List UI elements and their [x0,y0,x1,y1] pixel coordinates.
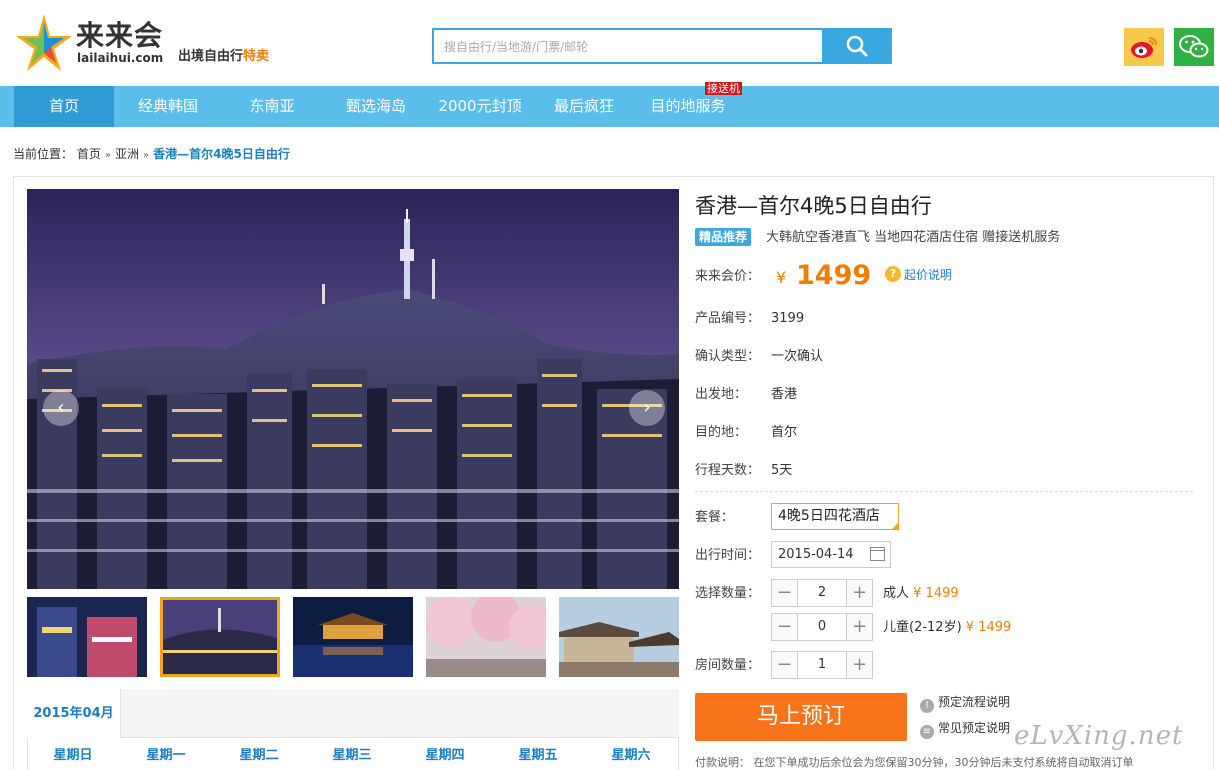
calendar-month-tab[interactable]: 2015年04月 [27,689,121,738]
process-link[interactable]: ! 预定流程说明 [920,694,1010,713]
watermark: eLvXing.net [1014,721,1184,751]
divider [695,491,1193,492]
wechat-icon [1179,35,1209,58]
confirm-value: 一次确认 [771,349,824,364]
search-icon [846,35,868,57]
weibo-button[interactable] [1124,28,1164,66]
package-label: 套餐： [695,510,735,525]
breadcrumb-separator: » [104,150,111,161]
weekday-wed: 星期三 [332,748,372,763]
price-value: 1499 [796,260,872,291]
child-label: 儿童(2-12岁) [883,620,962,635]
wechat-button[interactable] [1174,28,1214,66]
payment-note: 付款说明： 在您下单成功后余位会为您保留30分钟，30分钟后未支付系统将自动取消… [695,756,1134,769]
room-label: 房间数量： [695,658,761,673]
destination-value: 首尔 [771,425,798,440]
gallery-prev-button[interactable]: ‹ [43,390,79,426]
thumbnail-hanok-village[interactable] [559,597,679,677]
selected-corner-icon [891,522,899,530]
breadcrumb-separator: » [143,150,150,161]
price-currency: ¥ [776,268,787,287]
calendar-header [121,689,679,738]
weekday-fri: 星期五 [518,748,558,763]
site-header: 来来会 lailaihui.com 出境自由行特卖 搜自由行/当地游/门票/邮轮 [0,0,1219,86]
days-label: 行程天数： [695,463,761,478]
nav-item-korea[interactable]: 经典韩国 [118,86,218,127]
breadcrumb-current: 香港—首尔4晚5日自由行 [153,147,290,161]
package-option-selected[interactable]: 4晚5日四花酒店 [771,503,899,530]
adult-price: ¥ 1499 [913,586,959,601]
main-nav: 首页 经典韩国 东南亚 甄选海岛 2000元封顶 最后疯狂 目的地服务 [0,86,1219,127]
depart-value: 香港 [771,387,798,402]
weekday-sun: 星期日 [53,748,93,763]
breadcrumb-prefix: 当前位置： [13,147,74,161]
child-quantity-input[interactable]: 0 [799,614,845,640]
question-icon[interactable]: ? [885,266,901,282]
calendar-icon[interactable] [870,547,885,561]
document-icon: ≡ [920,725,934,739]
faq-link[interactable]: ≡ 常见预定说明 [920,720,1010,739]
price-help-link[interactable]: 起价说明 [904,267,952,283]
weibo-icon [1131,37,1157,58]
search-input[interactable]: 搜自由行/当地游/门票/邮轮 [432,28,822,64]
product-title: 香港—首尔4晚5日自由行 [695,194,932,218]
nav-badge-transfer: 接送机 [705,82,742,95]
product-subtitle: 大韩航空香港直飞 当地四花酒店住宿 赠接送机服务 [766,230,1061,245]
breadcrumb: 当前位置： 首页» 亚洲» 香港—首尔4晚5日自由行 [13,146,290,164]
room-quantity-stepper: − 1 + [771,651,873,679]
price-label: 来来会价： [695,269,761,284]
nav-item-southeast-asia[interactable]: 东南亚 [222,86,322,127]
code-value: 3199 [771,311,805,326]
info-icon: ! [920,699,934,713]
thumbnail-cherry-blossom[interactable] [426,597,546,677]
hero-image-seoul-night [27,189,679,589]
faq-link-label: 常见预定说明 [938,721,1011,735]
thumbnail-seoul-tower[interactable] [160,597,280,677]
weekday-sat: 星期六 [611,748,651,763]
nav-item-home[interactable]: 首页 [14,86,114,127]
quantity-label: 选择数量： [695,586,761,601]
book-now-button[interactable]: 马上预订 [695,693,907,741]
breadcrumb-asia[interactable]: 亚洲 [115,147,139,161]
search-button[interactable] [822,28,892,64]
destination-label: 目的地： [695,425,748,440]
room-minus-button[interactable]: − [772,652,798,678]
adult-price-label: 成人 ¥ 1499 [883,585,959,602]
logo-star-icon[interactable] [14,14,74,72]
confirm-label: 确认类型： [695,349,761,364]
adult-quantity-input[interactable]: 2 [799,580,845,606]
child-quantity-stepper: − 0 + [771,613,873,641]
room-plus-button[interactable]: + [846,652,872,678]
slogan-main: 出境自由行 [178,49,244,64]
weekday-thu: 星期四 [425,748,465,763]
nav-item-price-cap[interactable]: 2000元封顶 [430,86,530,127]
logo-name[interactable]: 来来会 [76,20,163,52]
thumbnail-street-night[interactable] [27,597,147,677]
adult-quantity-stepper: − 2 + [771,579,873,607]
breadcrumb-home[interactable]: 首页 [77,147,101,161]
child-price: ¥ 1499 [965,620,1012,635]
process-link-label: 预定流程说明 [938,695,1011,709]
adult-minus-button[interactable]: − [772,580,798,606]
room-quantity-input[interactable]: 1 [799,652,845,678]
weekday-mon: 星期一 [146,748,186,763]
logo-domain[interactable]: lailaihui.com [77,51,163,65]
gallery-next-button[interactable]: › [629,390,665,426]
slogan-accent: 特卖 [243,49,270,64]
code-label: 产品编号： [695,311,761,326]
slogan: 出境自由行特卖 [178,49,269,65]
recommend-badge: 精品推荐 [695,228,752,246]
adult-plus-button[interactable]: + [846,580,872,606]
date-label: 出行时间： [695,548,761,563]
nav-item-islands[interactable]: 甄选海岛 [326,86,426,127]
weekday-tue: 星期二 [239,748,279,763]
thumbnail-palace-pond[interactable] [293,597,413,677]
child-minus-button[interactable]: − [772,614,798,640]
nav-item-last-minute[interactable]: 最后疯狂 [534,86,634,127]
adult-label: 成人 [883,586,910,601]
child-price-label: 儿童(2-12岁) ¥ 1499 [883,619,1011,636]
child-plus-button[interactable]: + [846,614,872,640]
depart-label: 出发地： [695,387,748,402]
days-value: 5天 [771,463,793,478]
